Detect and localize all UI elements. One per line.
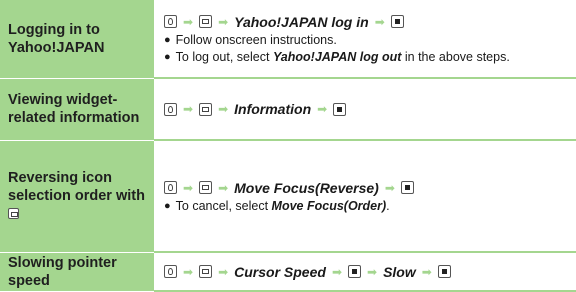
- table-row: Slowing pointer speed ➡ ➡ Cursor Speed ➡…: [0, 252, 576, 292]
- table-row: Logging in to Yahoo!JAPAN ➡ ➡ Yahoo!JAPA…: [0, 0, 576, 79]
- bullet-item: ● Follow onscreen instructions.: [164, 32, 566, 49]
- operation-sequence: ➡ ➡ Information ➡: [164, 99, 566, 119]
- bullet-dot: ●: [164, 50, 171, 63]
- row-content: ➡ ➡ Information ➡: [154, 78, 576, 141]
- operation-sequence: ➡ ➡ Move Focus(Reverse) ➡: [164, 178, 566, 198]
- operation-label: Move Focus(Reverse): [234, 179, 379, 196]
- center-key-icon: [333, 102, 347, 116]
- arrow-icon: ➡: [218, 180, 229, 195]
- operation-sequence: ➡ ➡ Yahoo!JAPAN log in ➡: [164, 12, 566, 32]
- menu-key-icon: [164, 181, 177, 194]
- row-label: Slowing pointer speed: [0, 252, 154, 292]
- widget-key-icon: [199, 102, 213, 116]
- arrow-icon: ➡: [367, 264, 378, 279]
- widget-key-icon: [199, 181, 213, 194]
- arrow-icon: ➡: [384, 180, 395, 195]
- center-key-icon: [390, 15, 404, 28]
- menu-key-icon: [164, 265, 177, 278]
- bullet-text: To cancel, select Move Focus(Order).: [175, 198, 390, 213]
- operation-label: Cursor Speed: [234, 263, 326, 280]
- operation-label: Yahoo!JAPAN log in: [234, 13, 369, 30]
- arrow-icon: ➡: [374, 14, 385, 29]
- table-row: Viewing widget-related information ➡ ➡ I…: [0, 78, 576, 141]
- center-key-icon: [437, 265, 451, 278]
- operation-label: Slow: [383, 263, 416, 280]
- arrow-icon: ➡: [183, 14, 194, 29]
- arrow-icon: ➡: [218, 264, 229, 279]
- instruction-table: Logging in to Yahoo!JAPAN ➡ ➡ Yahoo!JAPA…: [0, 0, 576, 292]
- widget-key-icon: [8, 208, 19, 219]
- bullet-dot: ●: [164, 33, 171, 46]
- arrow-icon: ➡: [421, 264, 432, 279]
- operation-sequence: ➡ ➡ Cursor Speed ➡ ➡ Slow ➡: [164, 262, 566, 282]
- bullet-item: ● To log out, select Yahoo!JAPAN log out…: [164, 49, 566, 66]
- center-key-icon: [400, 181, 414, 194]
- bullet-text: Follow onscreen instructions.: [175, 32, 337, 47]
- table-row: Reversing icon selection order with ➡ ➡ …: [0, 140, 576, 253]
- bullet-text: To log out, select Yahoo!JAPAN log out i…: [175, 49, 510, 64]
- row-label: Logging in to Yahoo!JAPAN: [0, 0, 154, 79]
- arrow-icon: ➡: [183, 102, 194, 116]
- widget-key-icon: [199, 15, 213, 28]
- row-content: ➡ ➡ Cursor Speed ➡ ➡ Slow ➡: [154, 252, 576, 292]
- widget-key-icon: [199, 265, 213, 278]
- arrow-icon: ➡: [331, 264, 342, 279]
- arrow-icon: ➡: [317, 102, 328, 116]
- row-label: Reversing icon selection order with: [0, 140, 154, 253]
- bullet-item: ● To cancel, select Move Focus(Order).: [164, 198, 566, 215]
- arrow-icon: ➡: [218, 14, 229, 29]
- row-content: ➡ ➡ Move Focus(Reverse) ➡ ● To cancel, s…: [154, 140, 576, 253]
- menu-key-icon: [164, 102, 177, 116]
- row-content: ➡ ➡ Yahoo!JAPAN log in ➡ ● Follow onscre…: [154, 0, 576, 79]
- arrow-icon: ➡: [218, 102, 229, 116]
- menu-key-icon: [164, 15, 177, 28]
- operation-label: Information: [234, 101, 312, 117]
- row-label: Viewing widget-related information: [0, 78, 154, 141]
- arrow-icon: ➡: [183, 180, 194, 195]
- center-key-icon: [348, 265, 361, 278]
- arrow-icon: ➡: [183, 264, 194, 279]
- bullet-dot: ●: [164, 199, 171, 212]
